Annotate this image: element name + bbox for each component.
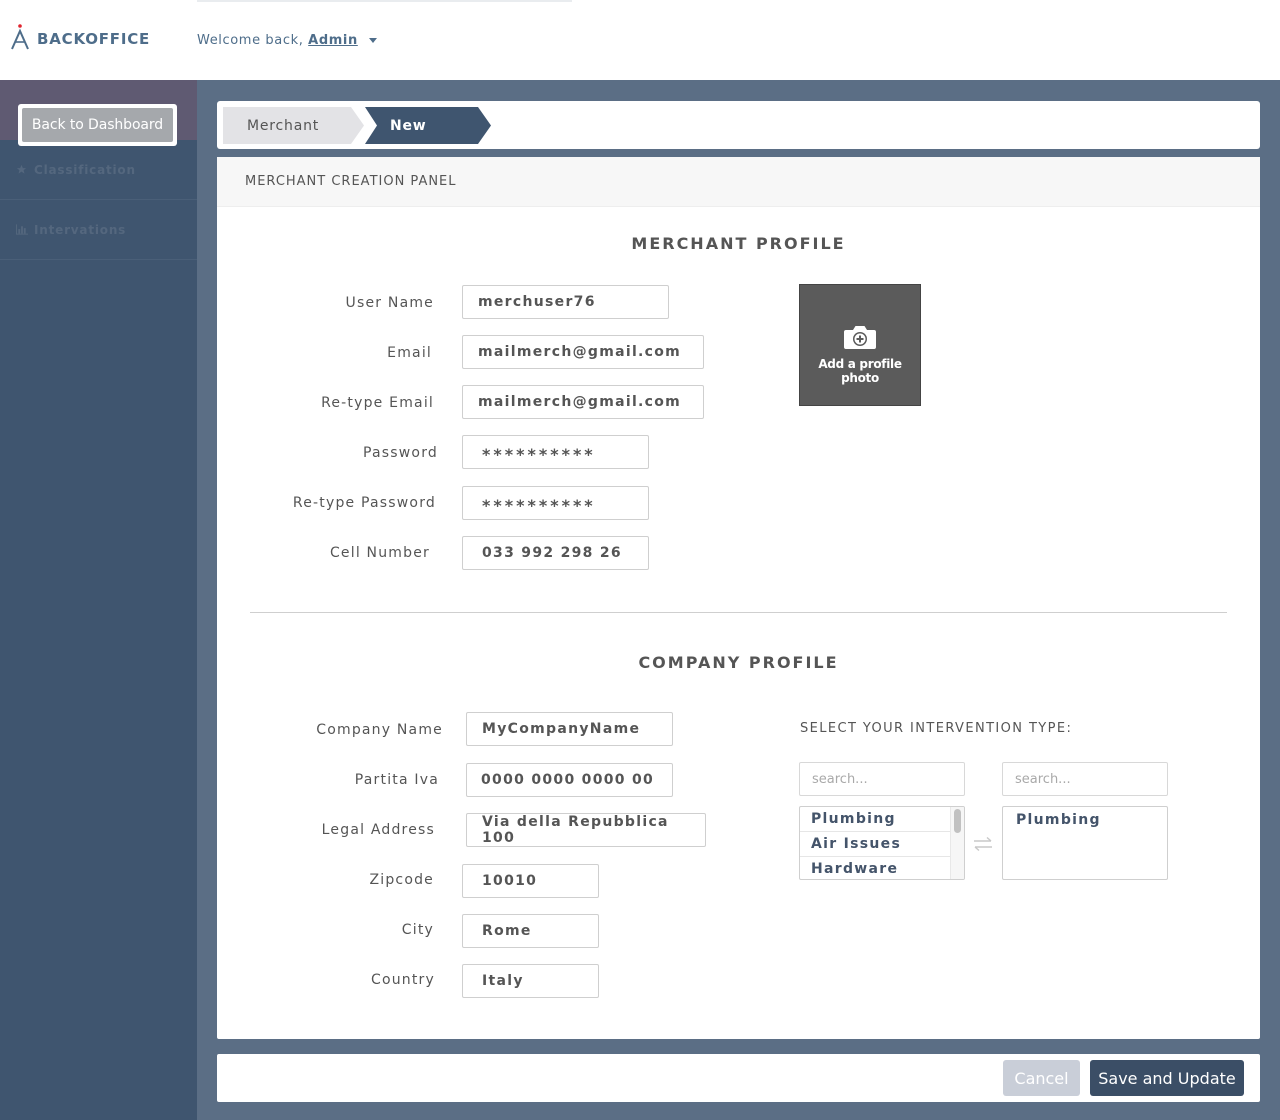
available-intervention-list[interactable]: Plumbing Air Issues Hardware	[799, 806, 965, 880]
intervention-type-title: SELECT YOUR INTERVENTION TYPE:	[800, 721, 1073, 736]
swap-arrows-icon[interactable]	[972, 836, 994, 856]
legal-address-field[interactable]: Via della Repubblica 100	[466, 813, 706, 847]
cancel-button[interactable]: Cancel	[1003, 1060, 1080, 1096]
list-item[interactable]: Air Issues	[800, 832, 964, 857]
breadcrumb: Merchant New	[217, 101, 1260, 149]
country-field[interactable]: Italy	[462, 964, 599, 998]
username-label: User Name	[345, 295, 434, 311]
header-top-line	[197, 0, 572, 2]
cell-number-field[interactable]: 033 992 298 26	[462, 536, 649, 570]
retype-email-label: Re-type Email	[321, 395, 434, 411]
password-label: Password	[363, 445, 438, 461]
sidebar: Back to Dashboard Classification Interva…	[0, 80, 197, 1120]
list-item[interactable]: Plumbing	[1003, 807, 1167, 833]
logo[interactable]: BACKOFFICE	[10, 23, 150, 51]
retype-password-field[interactable]: **********	[462, 486, 649, 520]
available-search-input[interactable]: search...	[799, 762, 965, 796]
zipcode-label: Zipcode	[369, 872, 434, 888]
bar-chart-icon	[16, 224, 28, 235]
add-profile-photo-button[interactable]: Add a profile photo	[799, 284, 921, 406]
save-and-update-button[interactable]: Save and Update	[1090, 1060, 1244, 1096]
logo-icon	[10, 23, 32, 51]
partita-iva-field[interactable]: 0000 0000 0000 00	[466, 763, 673, 797]
action-bar: Cancel Save and Update	[217, 1054, 1260, 1102]
selected-search-input[interactable]: search...	[1002, 762, 1168, 796]
company-profile-title: COMPANY PROFILE	[638, 653, 839, 672]
sidebar-item-intervations[interactable]: Intervations	[0, 200, 197, 260]
user-menu-link[interactable]: Admin	[308, 33, 358, 48]
retype-email-field[interactable]: mailmerch@gmail.com	[462, 385, 704, 419]
legal-address-label: Legal Address	[321, 822, 435, 838]
list-item[interactable]: Plumbing	[800, 807, 964, 832]
sidebar-item-classification[interactable]: Classification	[0, 140, 197, 200]
merchant-creation-panel: MERCHANT CREATION PANEL MERCHANT PROFILE…	[217, 157, 1260, 1039]
breadcrumb-item-new[interactable]: New	[365, 107, 491, 144]
retype-password-label: Re-type Password	[292, 495, 436, 511]
camera-add-icon	[843, 324, 877, 354]
star-icon	[16, 164, 28, 175]
cell-number-label: Cell Number	[329, 545, 430, 561]
scrollbar-thumb[interactable]	[954, 809, 961, 833]
password-field[interactable]: **********	[462, 435, 649, 469]
email-field[interactable]: mailmerch@gmail.com	[462, 335, 704, 369]
partita-iva-label: Partita Iva	[354, 772, 439, 788]
list-item[interactable]: Hardware	[800, 857, 964, 879]
list-scrollbar[interactable]	[950, 807, 964, 879]
sidebar-item-label: Classification	[34, 162, 136, 177]
zipcode-field[interactable]: 10010	[462, 864, 599, 898]
panel-title: MERCHANT CREATION PANEL	[217, 157, 1260, 207]
back-to-dashboard-label: Back to Dashboard	[22, 108, 173, 142]
breadcrumb-label: New	[390, 117, 427, 134]
merchant-profile-title: MERCHANT PROFILE	[631, 234, 846, 253]
welcome-prefix: Welcome back,	[197, 33, 304, 48]
company-name-field[interactable]: MyCompanyName	[466, 712, 673, 746]
selected-intervention-list[interactable]: Plumbing	[1002, 806, 1168, 880]
top-header: BACKOFFICE Welcome back, Admin	[0, 0, 1280, 80]
breadcrumb-label: Merchant	[247, 117, 320, 134]
add-photo-label: Add a profile photo	[818, 356, 902, 385]
breadcrumb-item-merchant[interactable]: Merchant	[223, 107, 364, 144]
country-label: Country	[370, 972, 435, 988]
brand-name: BACKOFFICE	[37, 30, 151, 48]
email-label: Email	[387, 345, 432, 361]
section-divider	[250, 612, 1227, 613]
sidebar-item-label: Intervations	[34, 222, 127, 237]
chevron-down-icon[interactable]	[368, 38, 377, 43]
company-name-label: Company Name	[316, 722, 443, 738]
city-field[interactable]: Rome	[462, 914, 599, 948]
username-field[interactable]: merchuser76	[462, 285, 669, 319]
welcome-message: Welcome back, Admin	[197, 33, 377, 48]
city-label: City	[401, 922, 434, 938]
